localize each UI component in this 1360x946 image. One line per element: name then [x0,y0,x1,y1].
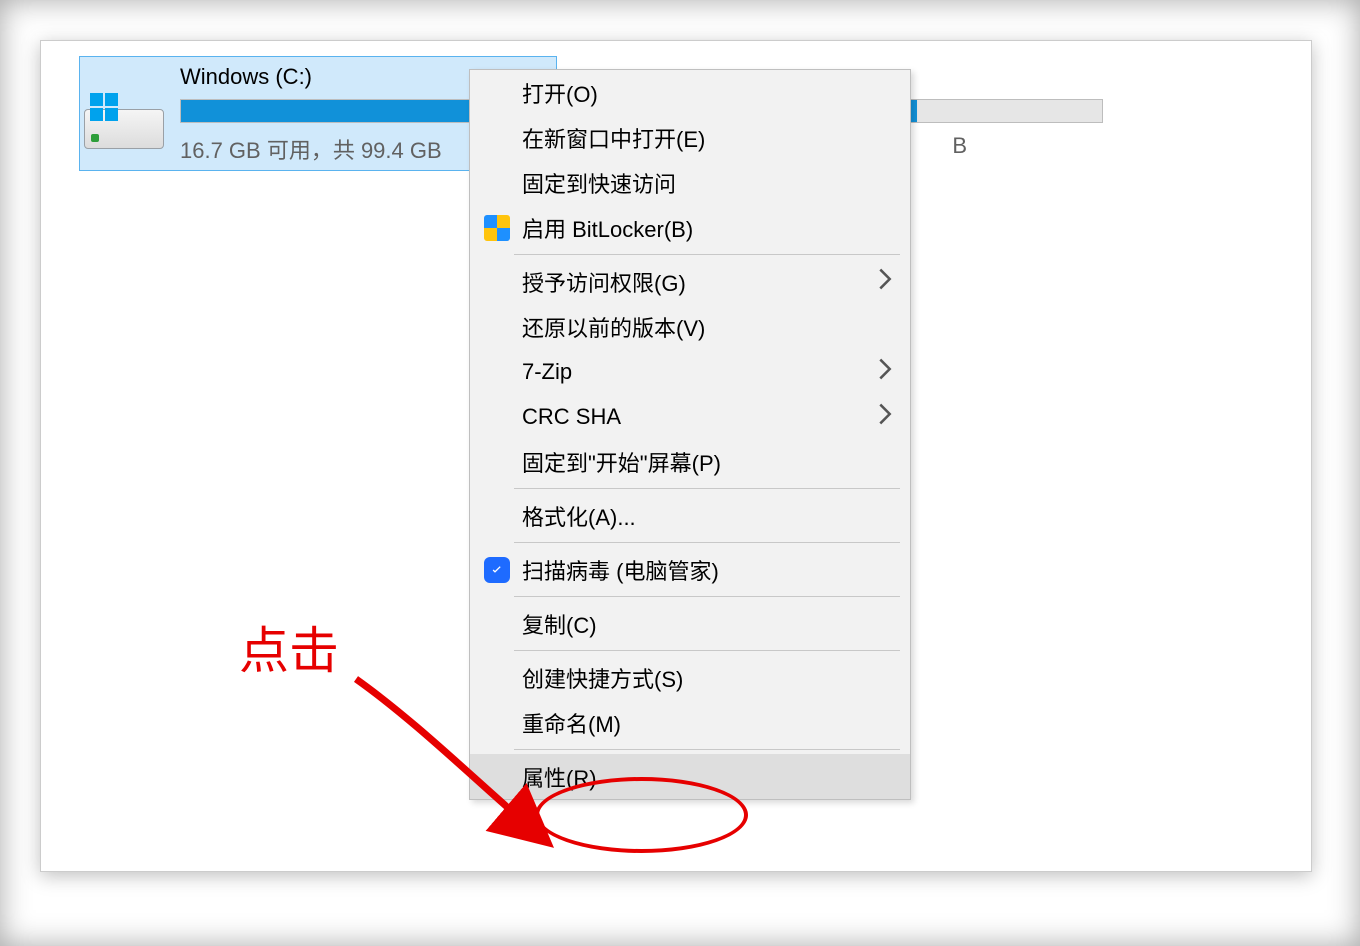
menu-item-label: 授予访问权限(G) [522,266,686,298]
menu-item[interactable]: 扫描病毒 (电脑管家) [470,547,910,592]
annotation-label: 点击 [239,611,339,683]
menu-item[interactable]: 属性(R) [470,754,910,799]
menu-item[interactable]: 7-Zip [470,349,910,394]
menu-item[interactable]: CRC SHA [470,394,910,439]
menu-separator [514,749,900,750]
menu-separator [514,650,900,651]
pc-manager-icon [484,557,510,583]
menu-item[interactable]: 在新窗口中打开(E) [470,115,910,160]
windows-logo-icon [90,93,120,123]
menu-item[interactable]: 启用 BitLocker(B) [470,205,910,250]
uac-shield-icon [484,215,510,241]
menu-item-label: 创建快捷方式(S) [522,662,683,694]
menu-item-label: 打开(O) [522,77,598,109]
explorer-window: 本地磁盘 (D:) B Windows (C:) 16.7 GB 可用，共 99… [40,40,1312,872]
chevron-right-icon [878,358,892,386]
drive-icon [84,93,164,149]
menu-item-label: 固定到快速访问 [522,167,676,199]
drive-context-menu[interactable]: 打开(O) 在新窗口中打开(E) 固定到快速访问启用 BitLocker(B) 授予访… [469,69,911,800]
chevron-right-icon [878,268,892,296]
chevron-right-icon [878,403,892,431]
menu-item[interactable]: 还原以前的版本(V) [470,304,910,349]
menu-separator [514,542,900,543]
menu-item-label: 格式化(A)... [522,500,636,532]
menu-item[interactable]: 固定到"开始"屏幕(P) [470,439,910,484]
menu-item-label: 7-Zip [522,359,572,385]
drive-c-stat: 16.7 GB 可用，共 99.4 GB [180,133,442,165]
menu-separator [514,596,900,597]
menu-item-label: 复制(C) [522,608,597,640]
menu-separator [514,254,900,255]
drive-d-stat: B [952,133,967,159]
menu-item-label: 属性(R) [522,761,597,793]
menu-item[interactable]: 固定到快速访问 [470,160,910,205]
menu-separator [514,488,900,489]
menu-item[interactable]: 创建快捷方式(S) [470,655,910,700]
menu-item[interactable]: 复制(C) [470,601,910,646]
menu-item-label: 还原以前的版本(V) [522,311,705,343]
menu-item[interactable]: 打开(O) [470,70,910,115]
menu-item-label: 启用 BitLocker(B) [522,212,693,244]
menu-item[interactable]: 授予访问权限(G) [470,259,910,304]
menu-item[interactable]: 重命名(M) [470,700,910,745]
menu-item-label: 扫描病毒 (电脑管家) [522,554,719,586]
menu-item-label: 重命名(M) [522,707,621,739]
menu-item-label: 在新窗口中打开(E) [522,122,705,154]
menu-item[interactable]: 格式化(A)... [470,493,910,538]
menu-item-label: CRC SHA [522,404,621,430]
drive-c-label: Windows (C:) [180,64,312,90]
menu-item-label: 固定到"开始"屏幕(P) [522,446,721,478]
